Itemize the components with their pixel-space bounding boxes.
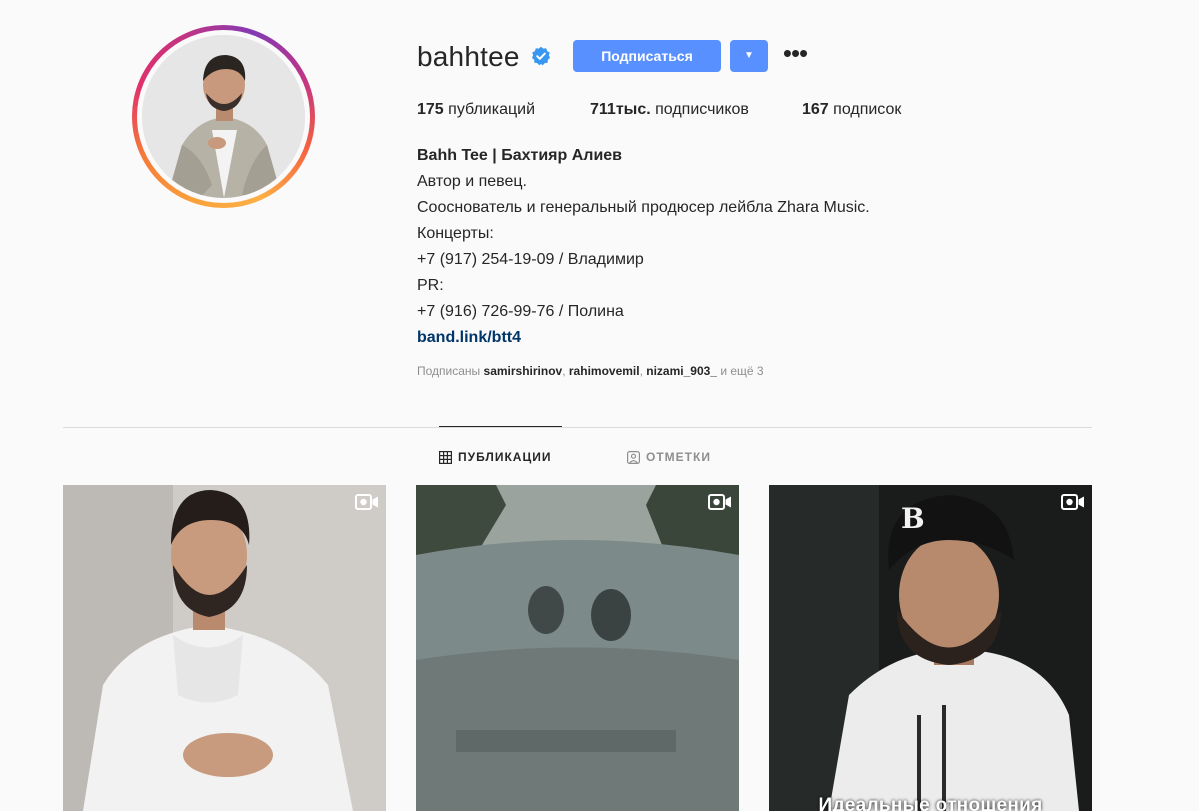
followed-by-user: nizami_903_ (646, 364, 717, 378)
video-icon (708, 494, 731, 510)
grid-icon (439, 450, 452, 464)
bio-line: PR: (417, 277, 444, 294)
bio-line: Концерты: (417, 225, 494, 242)
followers-stat[interactable]: 711тыс. подписчиков (590, 99, 749, 121)
post-image (416, 485, 739, 811)
bio-line: +7 (917) 254-19-09 / Владимир (417, 251, 644, 268)
post-caption-overlay: Идеальные отношения (818, 795, 1043, 811)
followed-by-prefix: Подписаны (417, 364, 481, 378)
post-image: B (769, 485, 1092, 811)
post-image (63, 485, 386, 811)
bio-line: +7 (916) 726-99-76 / Полина (417, 303, 624, 320)
bio-line: Сооснователь и генеральный продюсер лейб… (417, 199, 870, 216)
svg-text:B: B (901, 502, 925, 535)
avatar-border (137, 30, 310, 203)
avatar-photo (142, 35, 305, 198)
posts-label: публикаций (448, 101, 536, 118)
more-options-icon[interactable]: ••• (781, 40, 809, 68)
profile-username: bahhtee (417, 41, 520, 72)
tag-person-icon (627, 450, 640, 464)
tabs-divider (63, 427, 1092, 428)
following-count: 167 (802, 101, 829, 118)
profile-bio: Bahh Tee | Бахтияр Алиев Автор и певец. … (417, 143, 1057, 351)
following-stat[interactable]: 167 подписок (802, 99, 901, 121)
avatar[interactable] (142, 35, 305, 198)
suggested-accounts-dropdown-button[interactable]: ▼ (730, 40, 768, 72)
followed-by-user: samirshirinov (483, 364, 563, 378)
verified-badge-icon (532, 46, 550, 66)
tab-posts-label: ПУБЛИКАЦИИ (458, 450, 552, 464)
video-icon (355, 494, 378, 510)
followed-by[interactable]: Подписаны samirshirinov, rahimovemil, ni… (417, 364, 764, 378)
post-thumbnail[interactable] (416, 485, 739, 811)
bio-external-link[interactable]: band.link/btt4 (417, 325, 1057, 351)
tab-tagged[interactable]: ОТМЕТКИ (627, 449, 711, 465)
active-tab-indicator (439, 426, 562, 427)
profile-avatar-ring[interactable] (132, 25, 315, 208)
tab-posts[interactable]: ПУБЛИКАЦИИ (439, 449, 551, 465)
video-icon (1061, 494, 1084, 510)
tab-tagged-label: ОТМЕТКИ (646, 450, 711, 464)
posts-stat: 175 публикаций (417, 99, 535, 121)
bio-line: Автор и певец. (417, 173, 527, 190)
followers-label: подписчиков (655, 101, 749, 118)
post-thumbnail[interactable] (63, 485, 386, 811)
post-thumbnail[interactable]: B Идеальные отношения (769, 485, 1092, 811)
posts-count: 175 (417, 101, 444, 118)
bio-full-name: Bahh Tee | Бахтияр Алиев (417, 147, 623, 164)
following-label: подписок (833, 101, 902, 118)
followed-by-suffix: и ещё 3 (720, 364, 764, 378)
follow-button[interactable]: Подписаться (573, 40, 721, 72)
followed-by-user: rahimovemil (568, 364, 640, 378)
followers-count: 711тыс. (590, 101, 651, 118)
